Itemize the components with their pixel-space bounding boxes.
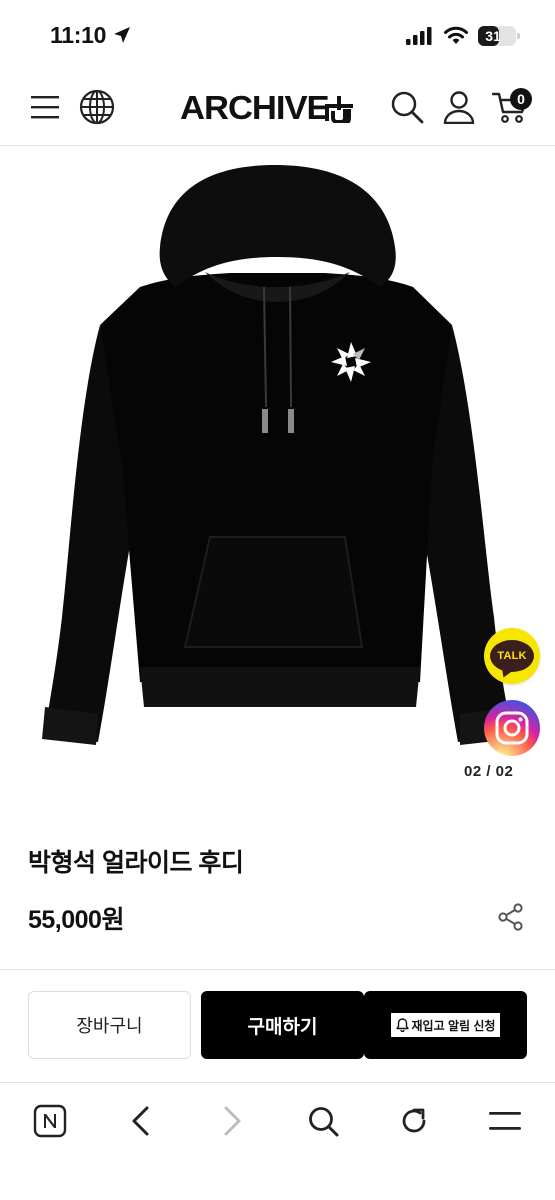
site-logo[interactable]: ARCHIVE — [180, 88, 354, 128]
browser-menu-button[interactable] — [483, 1099, 527, 1143]
product-title: 박형석 얼라이드 후디 — [28, 849, 244, 877]
forward-icon — [224, 1106, 241, 1136]
logo-text: ARCHIVE — [180, 89, 330, 126]
search-icon — [309, 1107, 339, 1137]
restock-alert-button[interactable]: 재입고 알림 신청 — [364, 991, 527, 1059]
share-icon — [498, 903, 523, 931]
site-header: ARCHIVE — [0, 70, 555, 146]
menu-button[interactable] — [25, 87, 65, 127]
menu-icon — [31, 96, 59, 119]
browser-search-button[interactable] — [301, 1099, 345, 1143]
status-time: 11:10 — [50, 22, 107, 48]
wifi-icon — [444, 26, 468, 44]
kakao-talk-label: TALK — [497, 650, 527, 662]
bell-icon — [395, 1018, 409, 1032]
status-bar: 11:10 31 — [0, 0, 555, 70]
menu-icon — [489, 1112, 521, 1130]
kakao-talk-icon: TALK — [490, 640, 534, 672]
user-icon — [443, 91, 475, 124]
back-icon — [132, 1106, 149, 1136]
battery-indicator: 31 — [478, 26, 520, 46]
back-button[interactable] — [119, 1099, 163, 1143]
account-button[interactable] — [439, 87, 479, 127]
add-to-cart-label: 장바구니 — [76, 1016, 143, 1036]
search-icon — [391, 91, 424, 124]
kakao-talk-button[interactable]: TALK — [484, 628, 540, 684]
battery-level: 31 — [485, 28, 501, 44]
add-to-cart-button[interactable]: 장바구니 — [28, 991, 191, 1059]
purchase-action-bar: 장바구니 구매하기 재입고 알림 신청 — [0, 970, 555, 1082]
refresh-button[interactable] — [392, 1099, 436, 1143]
share-button[interactable] — [496, 902, 526, 932]
product-image[interactable] — [0, 147, 555, 797]
location-arrow-icon — [114, 27, 130, 43]
naver-home-button[interactable] — [28, 1099, 72, 1143]
restock-alert-label: 재입고 알림 신청 — [411, 1018, 496, 1033]
image-counter: 02 / 02 — [464, 763, 514, 780]
browser-toolbar — [0, 1083, 555, 1200]
product-price: 55,000원 — [28, 906, 124, 934]
buy-now-label: 구매하기 — [247, 1016, 318, 1038]
naver-icon — [33, 1104, 67, 1138]
language-button[interactable] — [77, 87, 117, 127]
search-button[interactable] — [387, 87, 427, 127]
globe-icon — [79, 89, 115, 125]
instagram-button[interactable] — [484, 700, 540, 756]
forward-button[interactable] — [210, 1099, 254, 1143]
buy-now-button[interactable]: 구매하기 — [201, 991, 364, 1059]
hoodie-image — [42, 165, 514, 745]
cart-count-badge: 0 — [510, 88, 532, 110]
instagram-icon — [495, 711, 529, 745]
cellular-signal-icon — [406, 27, 432, 45]
refresh-icon — [402, 1108, 426, 1133]
